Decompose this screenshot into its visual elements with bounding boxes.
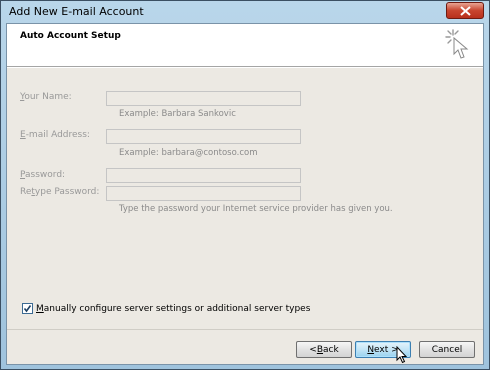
checkmark-icon [23,305,32,313]
email-field[interactable] [106,129,301,144]
password-field[interactable] [106,168,301,183]
email-hint: Example: barbara@contoso.com [119,148,258,158]
name-field[interactable] [106,91,301,106]
manual-config-row[interactable]: Manually configure server settings or ad… [22,303,310,314]
retype-password-field[interactable] [106,186,301,201]
mouse-pointer-icon [396,346,408,364]
password-label: Password: [20,170,66,180]
name-hint: Example: Barbara Sankovic [119,109,236,119]
dialog-body: Auto Account Setup Your Name: Example: B… [6,23,484,365]
manual-config-label[interactable]: Manually configure server settings or ad… [36,304,310,314]
mouse-cursor-icon [445,29,469,59]
manual-config-checkbox[interactable] [22,303,33,314]
password-hint: Type the password your Internet service … [119,204,393,214]
page-title: Auto Account Setup [20,31,121,41]
dialog-window: Add New E-mail Account Auto Account Setu… [0,0,490,370]
retype-password-label: Retype Password: [20,187,100,197]
window-title: Add New E-mail Account [9,5,144,18]
email-label: E-mail Address: [20,130,90,140]
footer-divider [7,329,483,330]
name-label: Your Name: [20,92,72,102]
title-bar[interactable]: Add New E-mail Account [1,1,489,23]
back-button[interactable]: < Back [296,341,352,358]
close-icon [459,5,471,16]
header-divider-highlight [7,67,483,68]
header-panel: Auto Account Setup [7,24,483,66]
cancel-button[interactable]: Cancel [419,341,475,358]
close-button[interactable] [446,2,484,19]
